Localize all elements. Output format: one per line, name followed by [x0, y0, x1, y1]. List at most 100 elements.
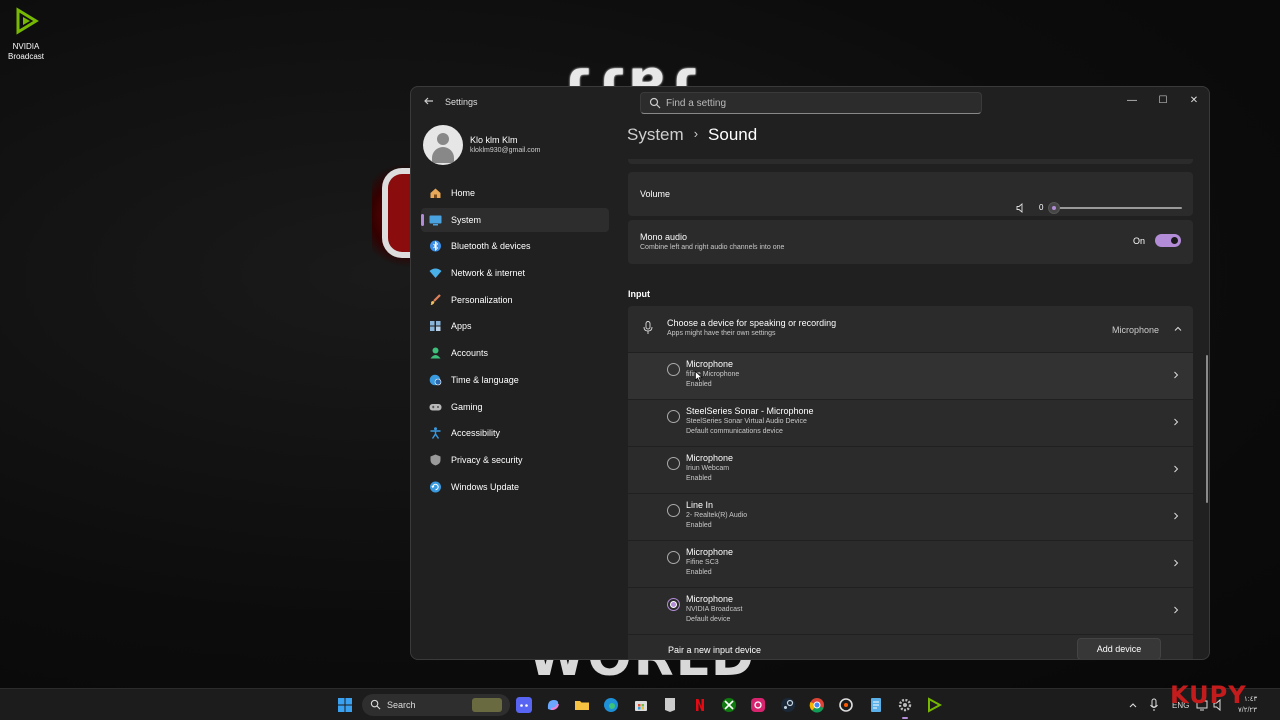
back-button[interactable] [421, 95, 437, 111]
sidebar-item-label: Gaming [451, 401, 483, 412]
sidebar-item-label: Accounts [451, 348, 489, 359]
user-profile[interactable]: Klo klm Klm kloklm930@gmail.com [423, 125, 613, 167]
device-status: Enabled [686, 522, 712, 529]
netflix-icon[interactable] [692, 697, 708, 713]
volume-label: Volume [640, 189, 671, 199]
epic-games-icon[interactable] [662, 697, 678, 713]
input-device-row-default[interactable]: Microphone NVIDIA Broadcast Default devi… [628, 588, 1193, 634]
taskbar-search[interactable]: Search [362, 694, 510, 716]
active-app-indicator [902, 717, 908, 719]
desktop-icon-nvidia-broadcast[interactable]: NVIDIA Broadcast [4, 6, 48, 62]
device-radio[interactable] [667, 457, 680, 470]
sidebar-item-privacy[interactable]: Privacy & security [421, 448, 609, 472]
taskbar: Search ENG KUPY ١:٤٣ ٧/٢/٢٣ [0, 681, 1280, 720]
chevron-right-icon[interactable] [1172, 370, 1180, 380]
gamepad-icon [429, 403, 442, 410]
mono-audio-toggle[interactable] [1155, 234, 1181, 247]
choose-input-device-card[interactable]: Choose a device for speaking or recordin… [628, 306, 1193, 352]
clock-time[interactable]: ١:٤٣ [1244, 695, 1257, 703]
device-name: Microphone [686, 359, 734, 369]
sidebar-item-bluetooth[interactable]: Bluetooth & devices [421, 234, 609, 258]
find-setting-search[interactable] [640, 92, 982, 114]
content-scrollbar[interactable] [1206, 355, 1208, 503]
accounts-icon [430, 347, 441, 359]
sidebar-item-home[interactable]: Home [421, 181, 609, 205]
mouse-cursor-icon [695, 371, 703, 382]
sidebar-item-gaming[interactable]: Gaming [421, 395, 609, 419]
watermark-logo: KUPY [1170, 681, 1247, 709]
instagram-icon[interactable] [750, 697, 766, 713]
mono-audio-card: Mono audio Combine left and right audio … [628, 220, 1193, 264]
chevron-right-icon[interactable] [1172, 558, 1180, 568]
clock-date[interactable]: ٧/٢/٢٣ [1238, 706, 1257, 714]
add-device-button[interactable]: Add device [1077, 638, 1161, 659]
device-radio-selected[interactable] [667, 598, 680, 611]
volume-slider-track[interactable] [1052, 207, 1182, 209]
chevron-up-icon[interactable] [1128, 697, 1138, 713]
input-device-row[interactable]: Line In 2- Realtek(R) Audio Enabled [628, 494, 1193, 540]
chrome-icon[interactable] [809, 697, 825, 713]
windows-start-icon[interactable] [337, 697, 353, 713]
sidebar-item-apps[interactable]: Apps [421, 314, 609, 338]
speaker-muted-icon[interactable] [1016, 203, 1026, 213]
notepad-icon[interactable] [868, 697, 884, 713]
sidebar-item-label: Apps [451, 321, 472, 332]
sound-settings-content: Volume 0 Mono audio Combine left and rig… [628, 159, 1194, 659]
sidebar-item-label: Personalization [451, 294, 513, 305]
sidebar-item-system[interactable]: System [421, 207, 609, 232]
volume-card: Volume 0 [628, 172, 1193, 216]
sidebar-item-accounts[interactable]: Accounts [421, 341, 609, 365]
sidebar-item-label: Accessibility [451, 428, 501, 439]
title-bar: Settings — ☐ ✕ [411, 87, 1209, 119]
minimize-button[interactable]: — [1118, 91, 1146, 111]
profile-name: Klo klm Klm [470, 135, 518, 145]
sidebar-item-label: Privacy & security [451, 454, 523, 465]
sidebar-item-time-language[interactable]: Time & language [421, 368, 609, 392]
settings-gear-icon[interactable] [897, 697, 913, 713]
steelseries-gg-icon[interactable] [838, 697, 854, 713]
device-radio[interactable] [667, 551, 680, 564]
file-explorer-icon[interactable] [574, 697, 590, 713]
previous-card-edge [628, 159, 1193, 164]
device-radio[interactable] [667, 363, 680, 376]
globe-clock-icon [429, 374, 442, 386]
nvidia-broadcast-icon [16, 7, 39, 35]
volume-slider-thumb[interactable] [1048, 202, 1060, 214]
input-device-row[interactable]: Microphone Iriun Webcam Enabled [628, 447, 1193, 493]
device-status: Default device [686, 616, 731, 623]
home-icon [430, 188, 441, 198]
edge-icon[interactable] [603, 697, 619, 713]
chevron-right-icon[interactable] [1172, 605, 1180, 615]
breadcrumb-parent[interactable]: System [627, 125, 684, 144]
copilot-icon[interactable] [545, 697, 561, 713]
device-radio[interactable] [667, 410, 680, 423]
sidebar-item-label: Network & internet [451, 268, 526, 279]
sidebar-item-windows-update[interactable]: Windows Update [421, 475, 609, 499]
device-radio[interactable] [667, 504, 680, 517]
maximize-button[interactable]: ☐ [1149, 91, 1177, 111]
chevron-up-icon[interactable] [1173, 324, 1183, 334]
search-input[interactable] [666, 95, 966, 111]
sidebar-item-accessibility[interactable]: Accessibility [421, 421, 609, 445]
steam-icon[interactable] [780, 697, 796, 713]
settings-window: Settings — ☐ ✕ Klo klm Klm kloklm930@gma… [410, 86, 1210, 660]
chevron-right-icon[interactable] [1172, 417, 1180, 427]
apps-icon [430, 321, 441, 332]
input-device-row[interactable]: Microphone fifine Microphone Enabled [628, 353, 1193, 399]
discord-icon[interactable] [516, 697, 532, 713]
close-button[interactable]: ✕ [1180, 91, 1208, 111]
store-icon[interactable] [633, 697, 649, 713]
brush-icon [430, 293, 441, 305]
input-device-row[interactable]: Microphone Fifine SC3 Enabled [628, 541, 1193, 587]
device-name: Line In [686, 500, 714, 510]
chevron-right-icon[interactable] [1172, 464, 1180, 474]
sidebar-item-label: System [451, 214, 482, 225]
chevron-right-icon[interactable] [1172, 511, 1180, 521]
nvidia-broadcast-taskbar-icon[interactable] [926, 697, 942, 713]
microphone-tray-icon[interactable] [1149, 697, 1159, 713]
sidebar-item-personalization[interactable]: Personalization [421, 288, 609, 312]
xbox-icon[interactable] [721, 697, 737, 713]
sidebar-item-network[interactable]: Network & internet [421, 261, 609, 285]
device-name: SteelSeries Sonar - Microphone [686, 406, 814, 416]
input-device-row[interactable]: SteelSeries Sonar - Microphone SteelSeri… [628, 400, 1193, 446]
